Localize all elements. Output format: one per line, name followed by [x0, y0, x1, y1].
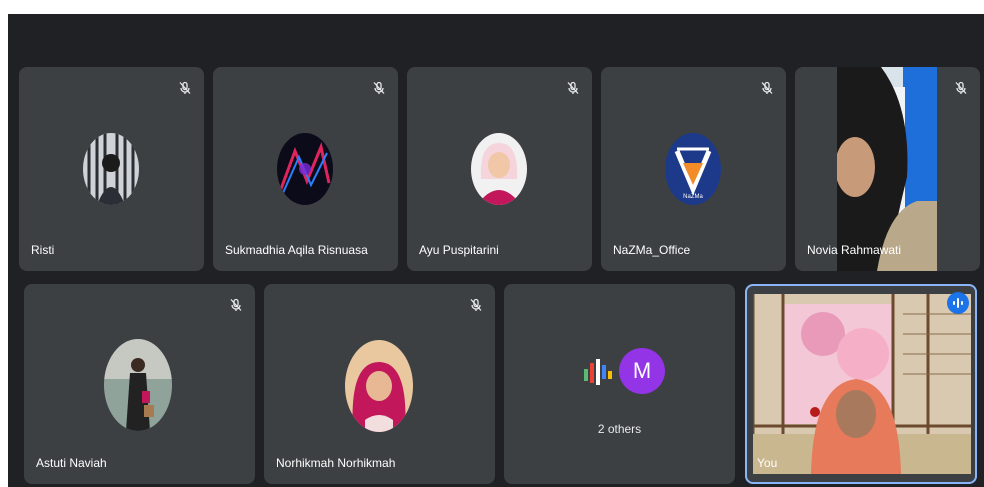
mic-off-icon	[470, 298, 482, 311]
mic-off-icon	[230, 298, 242, 311]
others-tile[interactable]: M 2 others	[504, 284, 735, 484]
audio-visualizer-icon	[584, 359, 612, 385]
participant-name: Norhikmah Norhikmah	[276, 456, 396, 470]
participant-tile-ayu[interactable]: Ayu Puspitarini	[407, 67, 592, 271]
participant-name: Astuti Naviah	[36, 456, 107, 470]
participant-tile-sukmadhia[interactable]: Sukmadhia Aqila Risnuasa	[213, 67, 398, 271]
self-name: You	[757, 456, 778, 470]
participant-name: Ayu Puspitarini	[419, 243, 499, 257]
speaking-indicator-icon	[947, 292, 969, 314]
mic-off-icon	[179, 81, 191, 94]
nazma-logo: NaZMa	[665, 133, 721, 205]
avatar	[83, 133, 139, 205]
mic-off-icon	[761, 81, 773, 94]
participant-tile-astuti[interactable]: Astuti Naviah	[24, 284, 255, 484]
avatar	[277, 133, 333, 205]
others-avatar: M	[619, 348, 665, 394]
mic-off-icon	[955, 81, 967, 94]
mic-off-icon	[373, 81, 385, 94]
participant-name: Risti	[31, 243, 55, 257]
participant-tile-norhikmah[interactable]: Norhikmah Norhikmah	[264, 284, 495, 484]
avatar	[345, 340, 413, 432]
participant-tile-nazma[interactable]: NaZMa NaZMa_Office	[601, 67, 786, 271]
self-video-feed	[753, 294, 971, 474]
participant-tile-novia[interactable]: Novia Rahmawati	[795, 67, 980, 271]
avatar	[104, 339, 172, 431]
others-count-label: 2 others	[597, 422, 642, 436]
self-tile[interactable]: You	[745, 284, 977, 484]
meeting-stage: Risti Sukmadhia Aqila Risnuasa Ayu Puspi…	[8, 14, 984, 487]
video-feed	[837, 67, 937, 271]
participant-name: NaZMa_Office	[613, 243, 691, 257]
mic-off-icon	[567, 81, 579, 94]
participant-name: Sukmadhia Aqila Risnuasa	[225, 243, 368, 257]
participant-tile-risti[interactable]: Risti	[19, 67, 204, 271]
participant-name: Novia Rahmawati	[807, 243, 902, 257]
avatar	[471, 133, 527, 205]
svg-text:NaZMa: NaZMa	[683, 194, 703, 200]
